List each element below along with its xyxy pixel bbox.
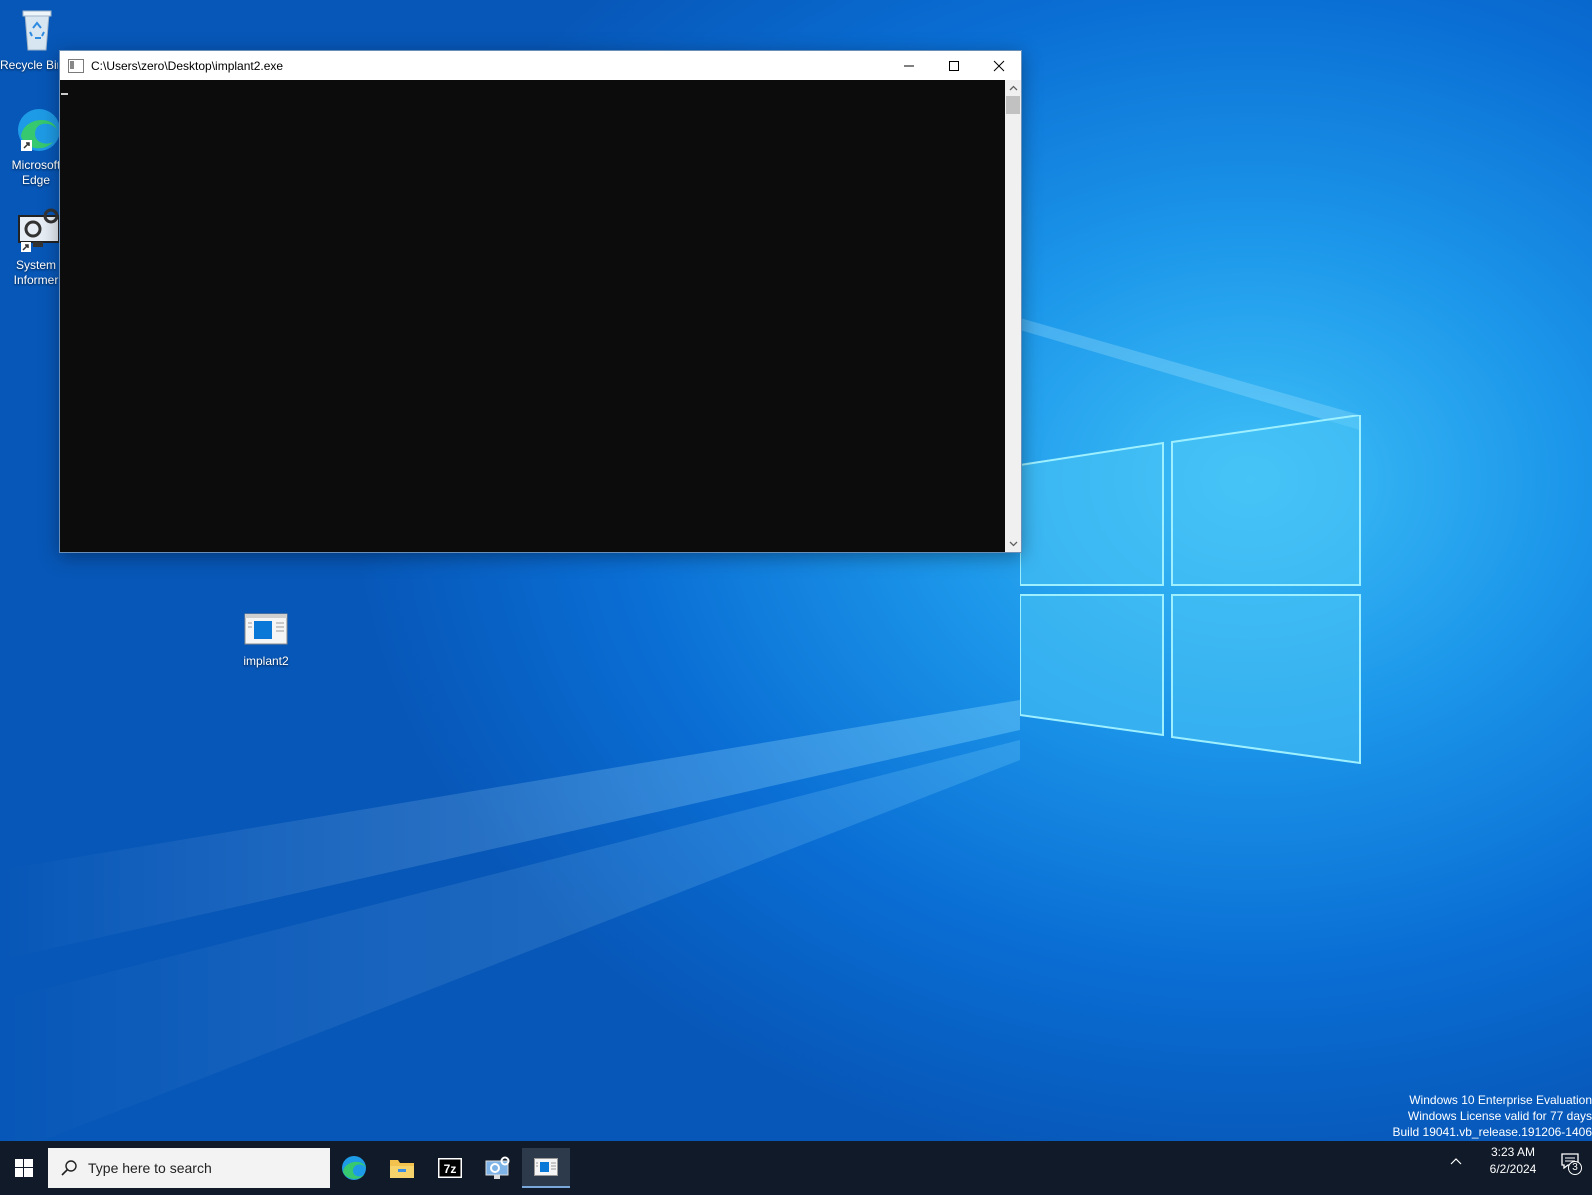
taskbar-search-box[interactable]: Type here to search <box>48 1148 330 1188</box>
file-explorer-icon <box>390 1160 414 1178</box>
maximize-icon <box>948 60 959 71</box>
desktop-icon-label: Microsoft Edge <box>11 158 61 187</box>
chevron-up-icon <box>1450 1158 1462 1165</box>
executable-icon <box>242 612 290 650</box>
start-button[interactable] <box>0 1148 48 1188</box>
watermark-license: Windows License valid for 77 days <box>1407 1109 1592 1123</box>
console-window[interactable]: C:\Users\zero\Desktop\implant2.exe <box>59 50 1022 553</box>
search-icon <box>61 1160 77 1176</box>
minimize-icon <box>903 65 914 66</box>
desktop-icon-label: implant2 <box>243 654 289 668</box>
desktop-icon-label: Recycle Bin <box>0 58 58 72</box>
watermark-build: Build 19041.vb_release.191206-1406 <box>1392 1125 1592 1139</box>
chevron-down-icon <box>1009 541 1017 547</box>
windows-start-icon <box>15 1159 33 1177</box>
system-informer-icon <box>13 206 61 254</box>
console-app-icon <box>68 58 84 73</box>
show-hidden-icons-button[interactable] <box>1442 1141 1470 1181</box>
desktop: Recycle Bin Microsoft Edge System Inform <box>0 0 1592 1157</box>
minimize-button[interactable] <box>886 51 931 80</box>
taskbar-file-explorer[interactable] <box>378 1148 426 1188</box>
desktop-icon-implant2[interactable]: implant2 <box>229 612 303 669</box>
edge-icon <box>342 1156 366 1180</box>
close-button[interactable] <box>976 51 1021 80</box>
vertical-scrollbar[interactable] <box>1005 80 1021 552</box>
console-output[interactable] <box>60 80 1005 552</box>
edge-icon <box>13 106 61 154</box>
action-center-button[interactable]: 3 <box>1548 1141 1592 1181</box>
maximize-button[interactable] <box>931 51 976 80</box>
taskbar-7zip[interactable]: 7z <box>426 1148 474 1188</box>
7zip-icon: 7z <box>438 1158 462 1178</box>
desktop-icon-label: System Informer <box>13 258 59 287</box>
notification-count-badge: 3 <box>1568 1161 1582 1175</box>
clock-date: 6/2/2024 <box>1489 1162 1537 1176</box>
taskbar-edge[interactable] <box>330 1148 378 1188</box>
system-informer-icon <box>485 1156 510 1179</box>
recycle-bin-icon <box>13 6 61 54</box>
activation-watermark: Windows 10 Enterprise Evaluation Windows… <box>1372 1092 1592 1140</box>
svg-text:7z: 7z <box>444 1162 457 1176</box>
clock-time: 3:23 AM <box>1490 1145 1536 1159</box>
window-titlebar[interactable]: C:\Users\zero\Desktop\implant2.exe <box>60 51 1021 80</box>
watermark-edition: Windows 10 Enterprise Evaluation <box>1409 1093 1592 1107</box>
console-app-icon <box>534 1158 558 1176</box>
close-icon <box>993 60 1004 71</box>
text-cursor <box>61 93 68 95</box>
chevron-up-icon <box>1009 85 1017 91</box>
window-title: C:\Users\zero\Desktop\implant2.exe <box>91 58 284 73</box>
taskbar: Type here to search 7z 3:23 AM 6/2/2024 … <box>0 1141 1592 1195</box>
taskbar-clock[interactable]: 3:23 AM 6/2/2024 <box>1478 1144 1548 1178</box>
search-placeholder: Type here to search <box>88 1160 212 1176</box>
taskbar-console-app[interactable] <box>522 1148 570 1188</box>
scroll-up-button[interactable] <box>1005 80 1021 96</box>
system-tray: 3:23 AM 6/2/2024 3 <box>1442 1141 1592 1181</box>
windows-logo <box>1020 415 1361 765</box>
scrollbar-thumb[interactable] <box>1006 96 1020 114</box>
scroll-down-button[interactable] <box>1005 536 1021 552</box>
taskbar-system-informer[interactable] <box>474 1148 522 1188</box>
